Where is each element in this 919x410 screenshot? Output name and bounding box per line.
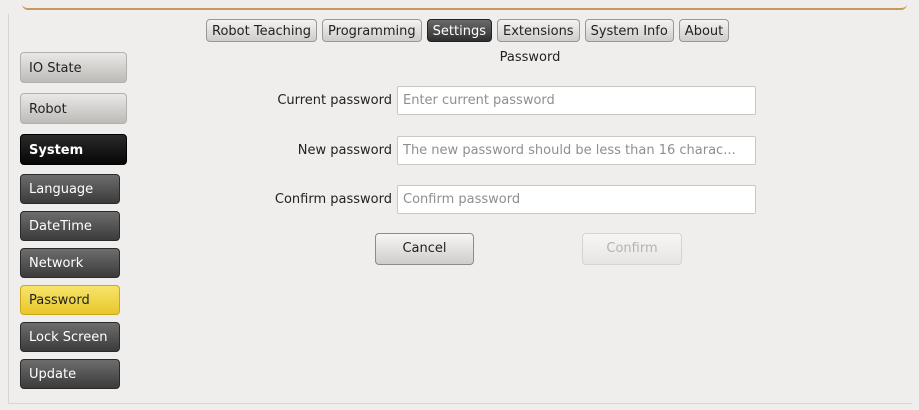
- tab-system-info[interactable]: System Info: [584, 19, 674, 42]
- tab-about[interactable]: About: [678, 19, 730, 42]
- sidebar-item-password[interactable]: Password: [20, 285, 120, 315]
- sidebar-item-lock-screen[interactable]: Lock Screen: [20, 322, 120, 352]
- window-top-edge: [22, 0, 907, 10]
- sidebar-item-language[interactable]: Language: [20, 174, 120, 204]
- tab-robot-teaching[interactable]: Robot Teaching: [206, 19, 318, 42]
- sidebar-item-network[interactable]: Network: [20, 248, 120, 278]
- confirm-password-field[interactable]: [397, 185, 756, 214]
- page-title: Password: [499, 50, 561, 65]
- cancel-button[interactable]: Cancel: [375, 233, 474, 265]
- tab-programming[interactable]: Programming: [322, 19, 422, 42]
- sidebar-item-datetime[interactable]: DateTime: [20, 211, 120, 241]
- sidebar-item-system[interactable]: System: [20, 134, 127, 165]
- current-password-field[interactable]: [397, 86, 756, 115]
- tab-extensions[interactable]: Extensions: [496, 19, 580, 42]
- confirm-password-label: Confirm password: [274, 192, 392, 207]
- sidebar-item-update[interactable]: Update: [20, 359, 120, 389]
- confirm-button[interactable]: Confirm: [582, 233, 682, 265]
- top-tab-bar: Robot Teaching Programming Settings Exte…: [206, 19, 730, 42]
- tab-settings[interactable]: Settings: [426, 19, 492, 42]
- current-password-label: Current password: [277, 93, 392, 108]
- sidebar-item-robot[interactable]: Robot: [20, 93, 127, 124]
- new-password-label: New password: [297, 143, 392, 158]
- sidebar-item-io-state[interactable]: IO State: [20, 52, 127, 83]
- new-password-field[interactable]: [397, 136, 756, 165]
